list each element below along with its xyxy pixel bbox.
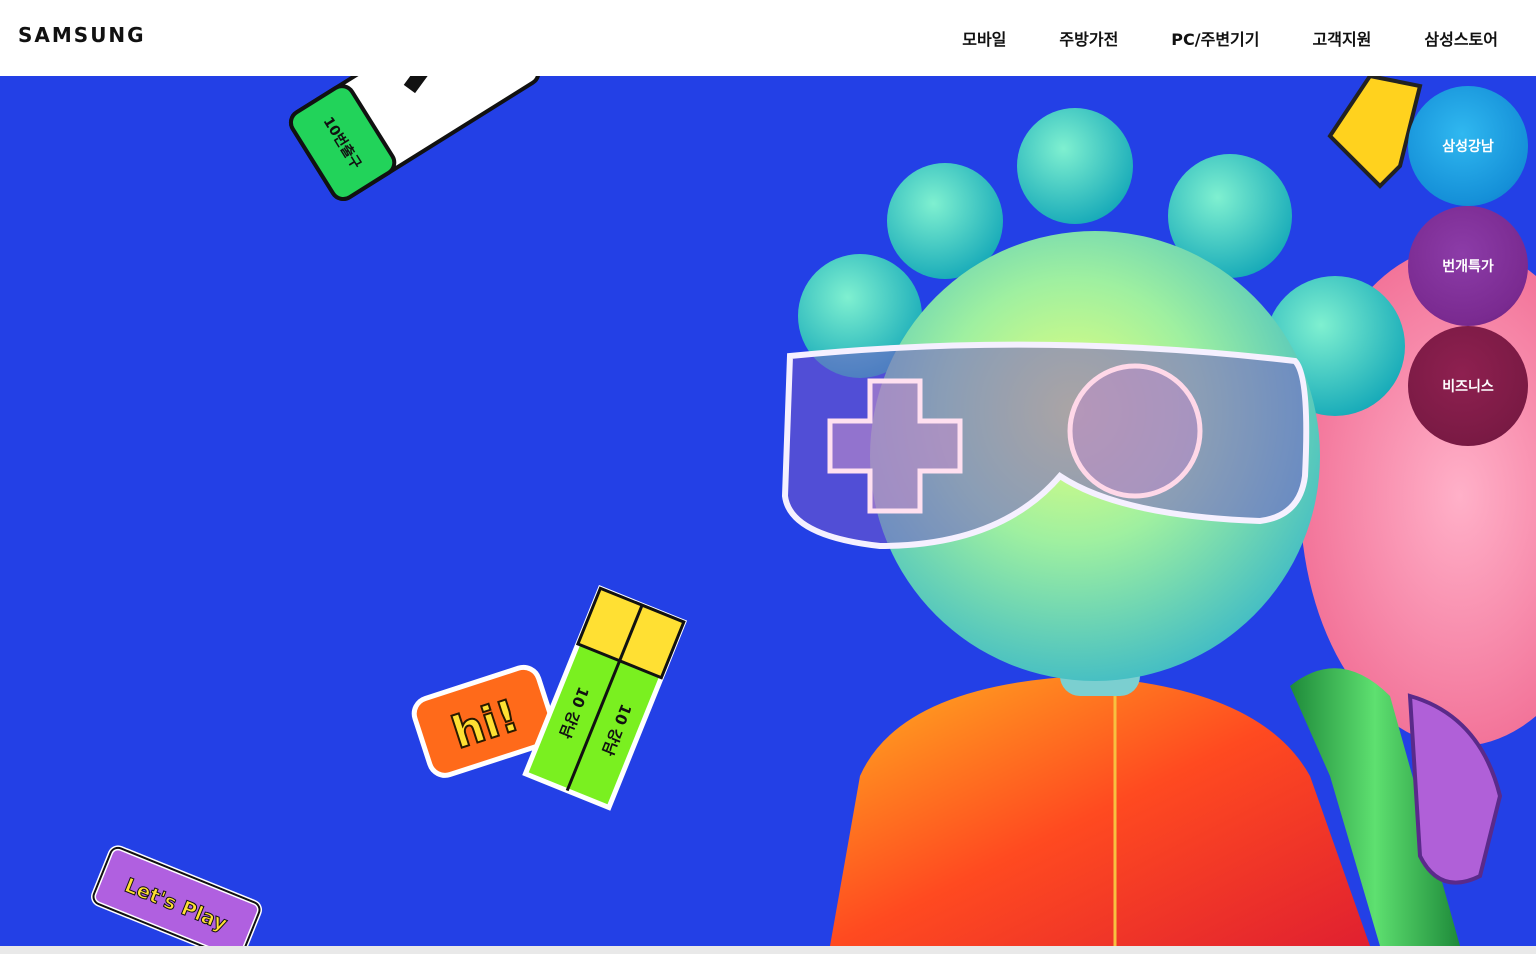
nav-item-support[interactable]: 고객지원 — [1313, 26, 1372, 50]
samsung-logo[interactable]: SAMSUNG — [18, 23, 146, 47]
hero-banner[interactable]: 10번출구 hi! 10 강남 10 강남 Let's Play — [0, 76, 1536, 946]
jacket-shape — [830, 676, 1370, 946]
main-nav: 모바일 주방가전 PC/주변기기 고객지원 삼성스토어 — [909, 26, 1498, 50]
hero-illustration: 10번출구 hi! 10 강남 10 강남 Let's Play — [91, 76, 1536, 946]
lets-play-sticker: Let's Play — [91, 845, 263, 946]
bar-sticker: 10 강남 10 강남 — [522, 585, 688, 811]
side-button-flash-sale[interactable]: 번개특가 — [1408, 206, 1528, 326]
side-button-samsung-gangnam[interactable]: 삼성강남 — [1408, 86, 1528, 206]
nav-item-mobile[interactable]: 모바일 — [962, 26, 1006, 50]
lightning-sticker — [1327, 76, 1423, 189]
circle-icon — [1067, 363, 1203, 499]
spike-top — [1017, 108, 1133, 224]
site-header: SAMSUNG 모바일 주방가전 PC/주변기기 고객지원 삼성스토어 — [0, 0, 1536, 76]
bottom-scroll-strip — [0, 946, 1536, 954]
nav-item-kitchen[interactable]: 주방가전 — [1059, 26, 1118, 50]
nav-item-store[interactable]: 삼성스토어 — [1424, 26, 1498, 50]
nav-item-pc[interactable]: PC/주변기기 — [1171, 26, 1259, 50]
side-button-business[interactable]: 비즈니스 — [1408, 326, 1528, 446]
exit-sign-sticker: 10번출구 — [288, 76, 541, 201]
